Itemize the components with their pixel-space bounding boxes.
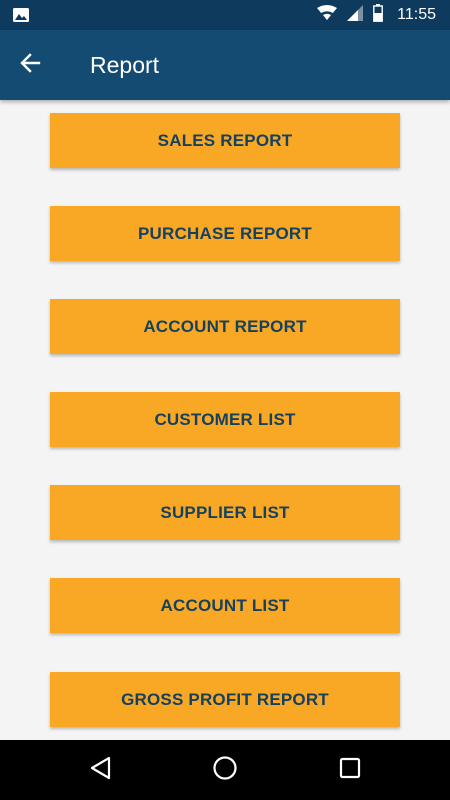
battery-icon: [373, 3, 384, 27]
report-menu: SALES REPORT PURCHASE REPORT ACCOUNT REP…: [0, 100, 450, 740]
purchase-report-button[interactable]: PURCHASE REPORT: [50, 206, 400, 261]
back-triangle-icon: [89, 756, 111, 785]
page-title: Report: [90, 52, 160, 78]
nav-home-button[interactable]: [210, 755, 240, 785]
account-list-button[interactable]: ACCOUNT LIST: [50, 578, 400, 633]
nav-back-button[interactable]: [85, 755, 115, 785]
wifi-icon: [317, 4, 338, 26]
app-bar: Report: [0, 30, 450, 100]
status-time: 11:55: [397, 6, 436, 23]
back-button[interactable]: [16, 51, 44, 79]
signal-icon: [347, 4, 364, 26]
customer-list-button[interactable]: CUSTOMER LIST: [50, 392, 400, 447]
image-notification-icon: [12, 7, 30, 23]
account-report-button[interactable]: ACCOUNT REPORT: [50, 299, 400, 354]
supplier-list-button[interactable]: SUPPLIER LIST: [50, 485, 400, 540]
status-bar: 11:55: [0, 0, 450, 30]
gross-profit-report-button[interactable]: GROSS PROFIT REPORT: [50, 672, 400, 727]
arrow-back-icon: [19, 52, 41, 79]
nav-recents-button[interactable]: [335, 755, 365, 785]
system-nav-bar: [0, 740, 450, 800]
sales-report-button[interactable]: SALES REPORT: [50, 113, 400, 168]
recents-square-icon: [339, 757, 361, 784]
home-circle-icon: [212, 755, 238, 786]
